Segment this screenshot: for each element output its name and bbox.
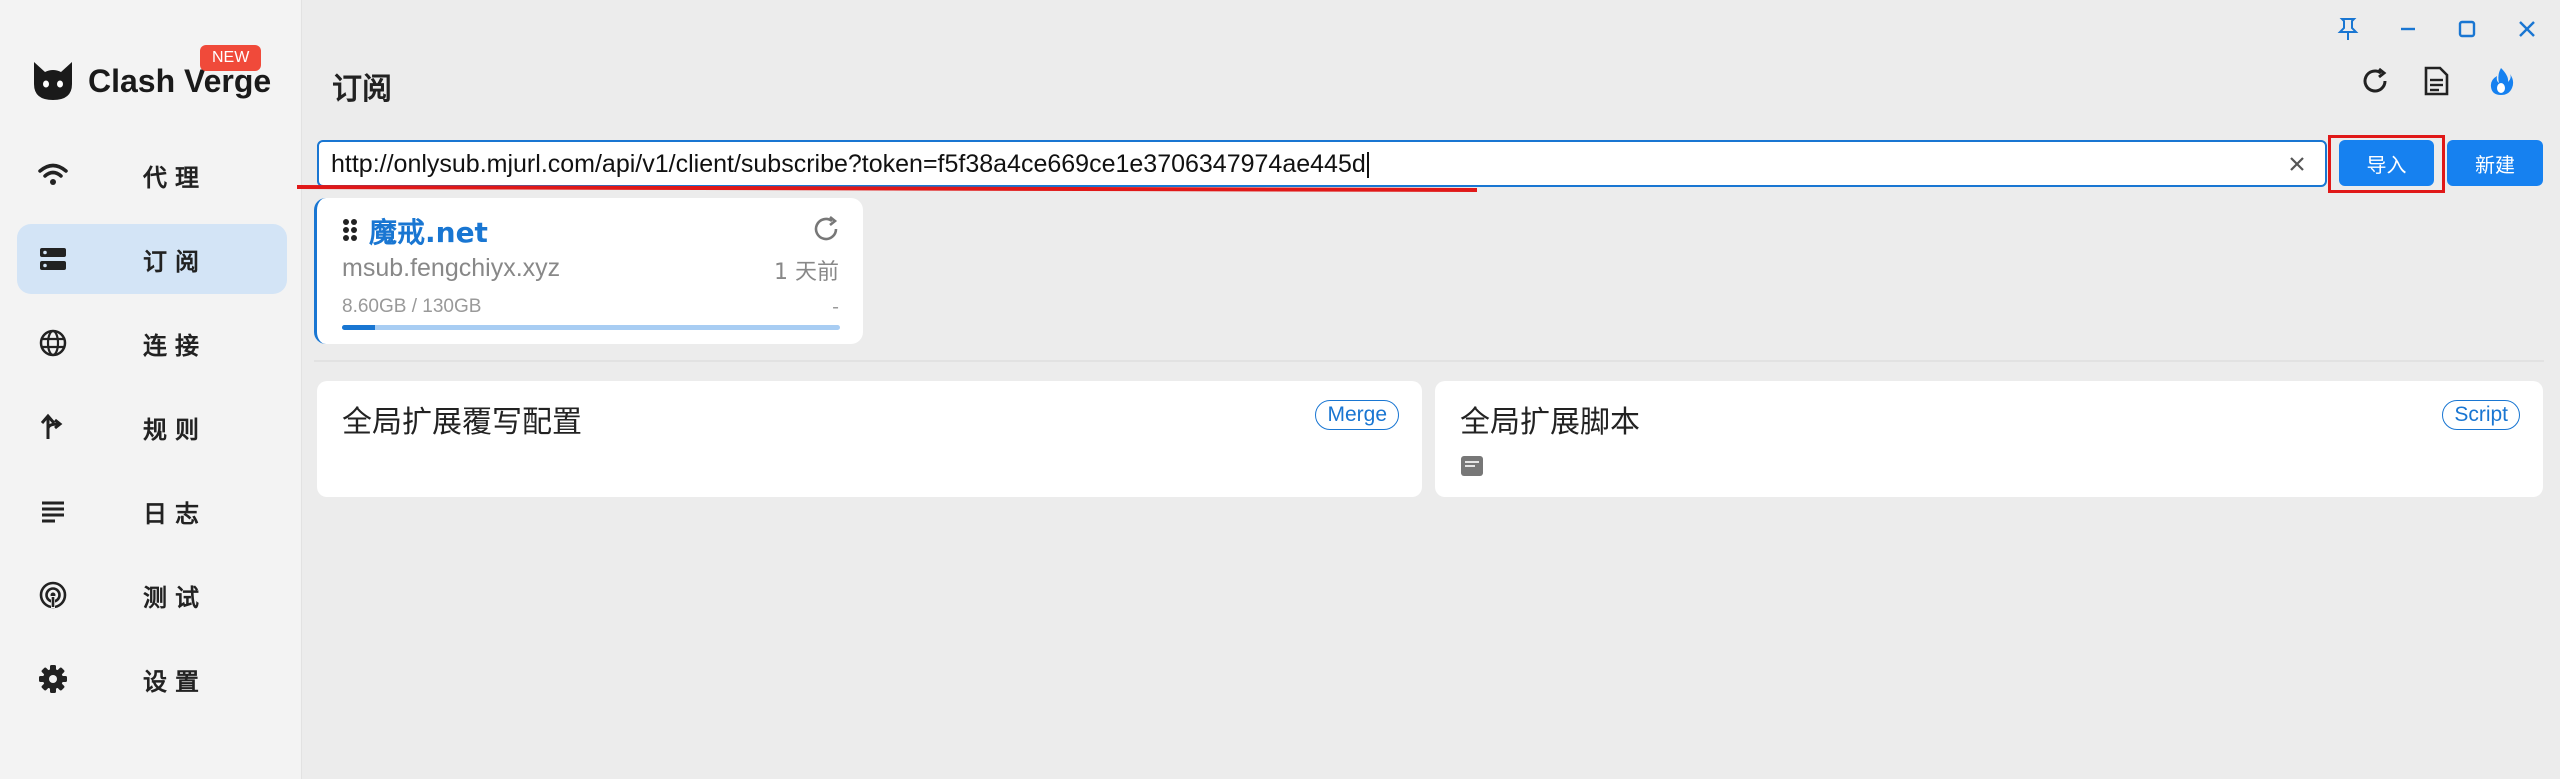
clear-icon[interactable] [2285,152,2309,176]
refresh-button[interactable] [2358,64,2392,98]
script-file-icon[interactable] [1460,455,1484,477]
close-window-button[interactable] [2512,14,2542,44]
sidebar-item-label: 代理 [143,163,207,192]
section-divider [314,360,2544,362]
pin-icon [2337,18,2359,40]
global-script-title: 全局扩展脚本 [1460,405,1640,440]
global-script-card[interactable]: 全局扩展脚本 Script [1435,381,2543,497]
sidebar-item-connections[interactable]: 连接 [17,308,287,378]
pin-button[interactable] [2333,14,2363,44]
profile-updated-time: 1 天前 [774,260,839,285]
sidebar-item-label: 设置 [143,667,207,696]
profile-host: msub.fengchiyx.xyz [342,254,561,282]
profile-usage: 8.60GB / 130GB [342,296,482,317]
script-chip: Script [2442,400,2520,430]
drag-handle-icon[interactable] [342,218,358,242]
sidebar-item-label: 测试 [143,583,207,612]
sidebar-item-label: 规则 [143,415,207,444]
profile-card[interactable]: 魔戒.net msub.fengchiyx.xyz 1 天前 8.60GB / … [314,198,863,344]
globe-icon [37,327,69,359]
gear-icon [37,663,69,695]
sidebar-item-label: 订阅 [143,247,207,276]
maximize-button[interactable] [2452,14,2482,44]
cat-logo-icon [34,62,72,100]
sidebar-item-profiles[interactable]: 订阅 [17,224,287,294]
update-profile-icon[interactable] [811,214,841,244]
storage-icon [37,243,69,275]
text-caret [1366,152,1369,179]
close-icon [2519,21,2535,37]
radar-icon [37,579,69,611]
global-merge-title: 全局扩展覆写配置 [342,405,582,440]
merge-chip: Merge [1315,400,1399,430]
document-icon [2424,66,2449,96]
new-profile-button[interactable]: 新建 [2447,140,2543,186]
sidebar-item-proxy[interactable]: 代理 [17,140,287,210]
profile-expire: - [832,296,839,318]
subscription-url-input[interactable]: http://onlysub.mjurl.com/api/v1/client/s… [317,140,2327,187]
profile-name: 魔戒.net [369,216,488,249]
flame-icon [2490,68,2514,95]
usage-progress-fill [342,325,375,330]
sidebar-item-settings[interactable]: 设置 [17,644,287,714]
global-merge-card[interactable]: 全局扩展覆写配置 Merge [317,381,1422,497]
wifi-icon [37,159,69,191]
sidebar-item-logs[interactable]: 日志 [17,476,287,546]
fork-arrow-icon [37,411,69,443]
url-value: http://onlysub.mjurl.com/api/v1/client/s… [331,150,1366,178]
hot-update-button[interactable] [2484,64,2518,98]
new-badge: NEW [200,45,262,71]
text-editor-button[interactable] [2419,64,2453,98]
refresh-icon [2363,67,2387,93]
sidebar-item-test[interactable]: 测试 [17,560,287,630]
sidebar-item-label: 连接 [143,331,207,360]
list-lines-icon [37,495,69,527]
maximize-icon [2458,20,2476,38]
sidebar: Clash Verge NEW 代理 订阅 连接 规则 日志 测试 设置 [0,0,302,779]
sidebar-item-rules[interactable]: 规则 [17,392,287,462]
usage-progress-bar [342,325,840,330]
red-annotation-box [2328,135,2445,193]
minimize-button[interactable] [2393,14,2423,44]
minimize-icon [2401,27,2415,31]
sidebar-item-label: 日志 [143,499,207,528]
red-annotation-underline [297,185,1477,192]
page-title: 订阅 [332,72,392,107]
